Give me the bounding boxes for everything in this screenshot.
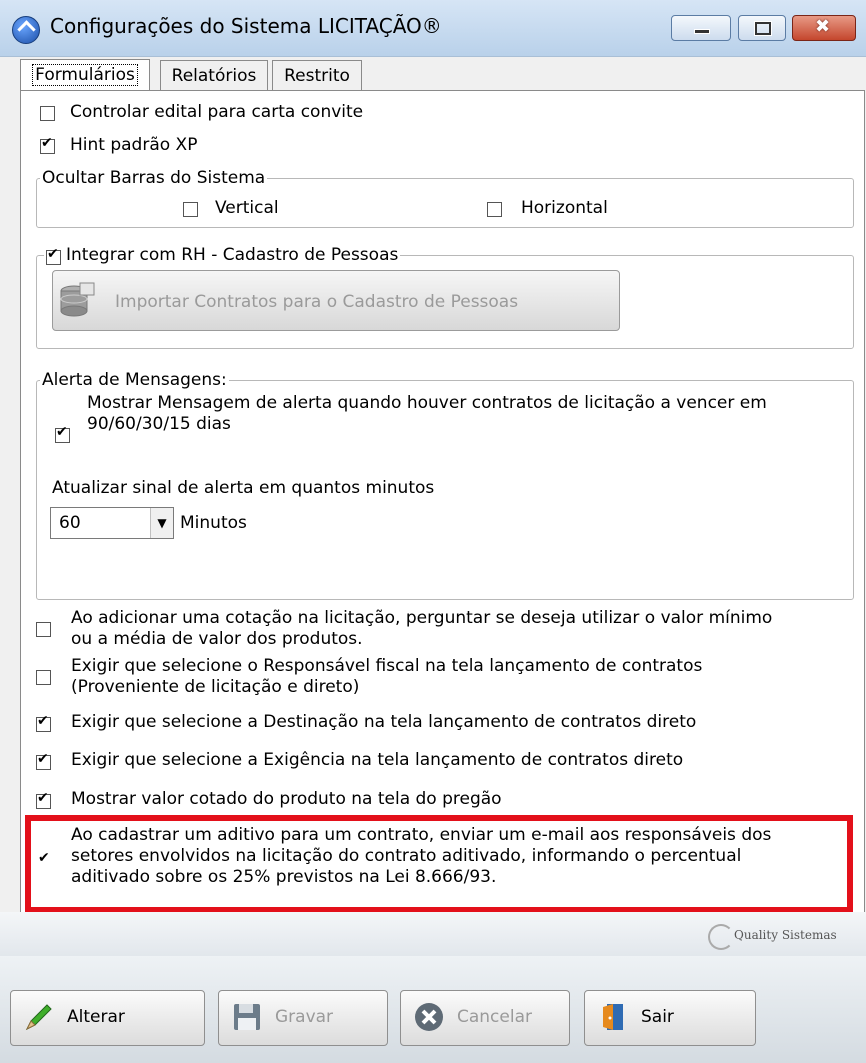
label-responsavel-fiscal-line1: Exigir que selecione o Responsável fisca… bbox=[71, 656, 703, 676]
sair-button[interactable]: Sair bbox=[584, 990, 756, 1046]
label-interval: Atualizar sinal de alerta em quantos min… bbox=[52, 478, 435, 498]
label-hint-xp: Hint padrão XP bbox=[70, 135, 198, 155]
window-title: Configurações do Sistema LICITAÇÃO® bbox=[50, 14, 442, 38]
label-aditivo-line1: Ao cadastrar um aditivo para um contrato… bbox=[71, 825, 772, 845]
tab-restrito[interactable]: Restrito bbox=[272, 60, 362, 91]
tab-formularios[interactable]: Formulários bbox=[20, 59, 150, 91]
checkbox-destinacao[interactable] bbox=[36, 713, 51, 732]
checkbox-vertical[interactable] bbox=[183, 202, 198, 217]
label-destinacao: Exigir que selecione a Destinação na tel… bbox=[71, 712, 697, 732]
gravar-button[interactable]: Gravar bbox=[218, 990, 388, 1046]
pencil-icon bbox=[25, 1004, 52, 1031]
checkbox-exigencia[interactable] bbox=[36, 751, 51, 770]
label-exigencia: Exigir que selecione a Exigência na tela… bbox=[71, 750, 684, 770]
tab-relatorios[interactable]: Relatórios bbox=[160, 60, 268, 91]
exit-door-icon bbox=[603, 1004, 623, 1030]
label-valor-cotado: Mostrar valor cotado do produto na tela … bbox=[71, 789, 502, 809]
interval-select[interactable]: 60 ▼ bbox=[50, 507, 174, 539]
label-aditivo-line2: setores envolvidos na licitação do contr… bbox=[71, 846, 742, 866]
label-controlar-edital: Controlar edital para carta convite bbox=[70, 102, 364, 122]
checkbox-mostrar-alerta[interactable] bbox=[55, 424, 70, 443]
checkbox-integrar-rh[interactable] bbox=[46, 246, 61, 265]
settings-window: Configurações do Sistema LICITAÇÃO® Form… bbox=[0, 0, 866, 1063]
label-responsavel-fiscal-line2: (Proveniente de licitação e direto) bbox=[71, 677, 360, 697]
cancelar-button[interactable]: Cancelar bbox=[400, 990, 570, 1046]
checkbox-cotacao[interactable] bbox=[36, 622, 51, 637]
group-ocultar-barras-legend: Ocultar Barras do Sistema bbox=[40, 168, 268, 188]
cancel-icon bbox=[415, 1003, 443, 1031]
label-cotacao-line2: ou a média de valor dos produtos. bbox=[71, 629, 363, 649]
alterar-button[interactable]: Alterar bbox=[10, 990, 205, 1046]
interval-select-value: 60 bbox=[59, 513, 81, 533]
floppy-icon bbox=[234, 1004, 260, 1030]
checkbox-horizontal[interactable] bbox=[487, 202, 502, 217]
maximize-button[interactable] bbox=[738, 15, 786, 41]
group-integrar-rh-legend: Integrar com RH - Cadastro de Pessoas bbox=[44, 245, 401, 265]
label-mostrar-alerta-line2: 90/60/30/15 dias bbox=[87, 414, 231, 434]
checkbox-aditivo-email[interactable] bbox=[37, 850, 52, 869]
label-aditivo-line3: aditivado sobre os 25% previstos na Lei … bbox=[71, 867, 497, 887]
checkbox-controlar-edital[interactable] bbox=[40, 106, 55, 121]
title-bar[interactable]: Configurações do Sistema LICITAÇÃO® bbox=[0, 0, 866, 57]
label-horizontal: Horizontal bbox=[521, 198, 608, 218]
label-cotacao-line1: Ao adicionar uma cotação na licitação, p… bbox=[71, 608, 773, 628]
label-interval-unit: Minutos bbox=[180, 513, 247, 533]
close-button[interactable] bbox=[792, 15, 856, 41]
import-contracts-label: Importar Contratos para o Cadastro de Pe… bbox=[115, 292, 519, 312]
database-import-icon bbox=[60, 282, 95, 317]
checkbox-responsavel-fiscal[interactable] bbox=[36, 670, 51, 685]
app-icon bbox=[12, 16, 40, 44]
logo-mark-icon bbox=[708, 924, 734, 950]
label-vertical: Vertical bbox=[215, 198, 279, 218]
group-alerta-legend: Alerta de Mensagens: bbox=[40, 370, 229, 390]
label-mostrar-alerta-line1: Mostrar Mensagem de alerta quando houver… bbox=[87, 393, 767, 413]
checkbox-valor-cotado[interactable] bbox=[36, 790, 51, 809]
chevron-down-icon[interactable]: ▼ bbox=[150, 508, 173, 538]
minimize-button[interactable] bbox=[671, 15, 731, 41]
checkbox-hint-xp[interactable] bbox=[40, 135, 55, 154]
